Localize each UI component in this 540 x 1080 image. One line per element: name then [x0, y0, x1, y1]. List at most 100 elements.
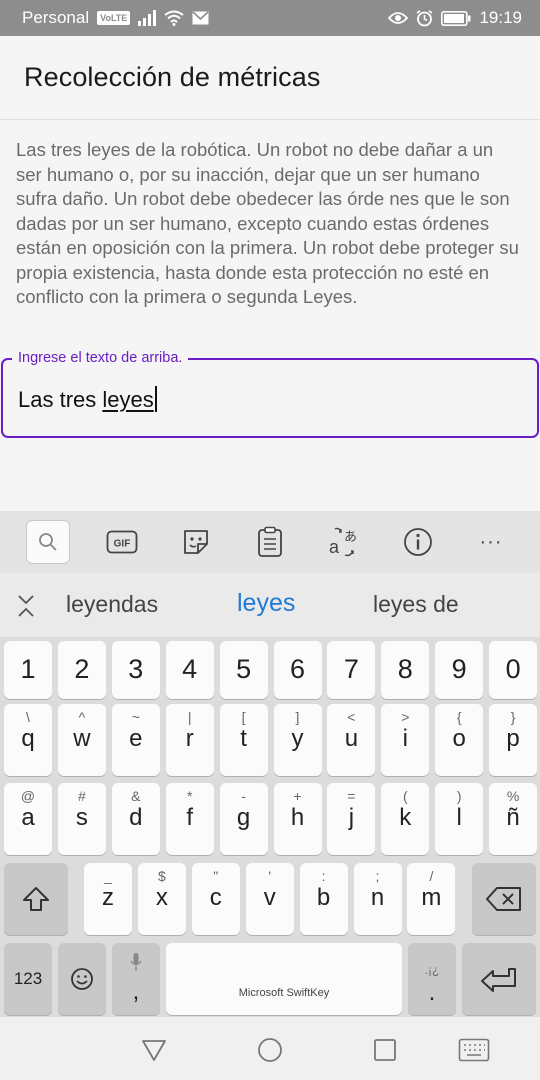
key-8[interactable]: 8: [381, 641, 430, 699]
search-icon[interactable]: [26, 520, 70, 564]
key-n[interactable]: ; n: [353, 863, 402, 935]
key-i[interactable]: > i: [381, 704, 430, 776]
text-input-label: Ingrese el texto de arriba.: [12, 350, 189, 366]
key-e[interactable]: ~ e: [111, 704, 160, 776]
key-l[interactable]: ) l: [435, 783, 484, 855]
key-9[interactable]: 9: [435, 641, 484, 699]
key-alt-label: :: [321, 868, 326, 884]
key-label: 7: [343, 654, 359, 684]
key-alt-label: _: [104, 868, 112, 884]
composing-word: leyes: [102, 387, 154, 412]
key-c[interactable]: " c: [191, 863, 240, 935]
key-label: f: [186, 804, 194, 831]
key-z[interactable]: _ z: [84, 863, 132, 935]
key-alt-label: ;: [375, 868, 380, 884]
key-w[interactable]: ^ w: [57, 704, 106, 776]
eye-icon: [388, 11, 409, 25]
space-key[interactable]: Microsoft SwiftKey: [166, 943, 402, 1015]
clipboard-icon[interactable]: [248, 520, 292, 564]
key-u[interactable]: < u: [327, 704, 376, 776]
comma-key-label: ,: [132, 978, 140, 1005]
key-7[interactable]: 7: [327, 641, 376, 699]
keyboard-hide-icon[interactable]: [457, 1035, 491, 1065]
key-alt-label: =: [347, 788, 356, 804]
key-label: a: [21, 804, 35, 831]
suggestion-right[interactable]: leyes de: [373, 591, 459, 618]
mail-icon: [192, 11, 209, 25]
text-input-value[interactable]: Las tres leyes: [18, 386, 157, 413]
emoji-key[interactable]: [58, 943, 106, 1015]
svg-text:あ: あ: [344, 529, 357, 544]
keyboard-keys: 1 2 3 4 5 6 7 8 9 0 \ q ^ w ~ e | r[t] y < u > i{o} p @ a # s & d * f - g…: [0, 637, 540, 1017]
key-label: 3: [128, 654, 144, 684]
key-t[interactable]: [t: [219, 704, 268, 776]
comma-key[interactable]: ,: [112, 943, 160, 1015]
key-x[interactable]: $ x: [137, 863, 186, 935]
key-6[interactable]: 6: [273, 641, 322, 699]
keyboard-toolbar: GIF aあ ···: [0, 511, 540, 573]
symbols-key[interactable]: 123: [4, 943, 52, 1015]
key-ñ[interactable]: % ñ: [489, 783, 538, 855]
back-icon[interactable]: [139, 1035, 169, 1065]
backspace-icon: [486, 887, 521, 911]
key-q[interactable]: \ q: [4, 704, 52, 776]
shift-key[interactable]: [4, 863, 68, 935]
key-d[interactable]: & d: [111, 783, 160, 855]
enter-key[interactable]: [462, 943, 536, 1015]
key-s[interactable]: # s: [57, 783, 106, 855]
key-r[interactable]: | r: [165, 704, 214, 776]
translate-icon[interactable]: aあ: [322, 520, 366, 564]
key-label: i: [402, 725, 408, 752]
key-p[interactable]: } p: [489, 704, 538, 776]
info-icon[interactable]: [396, 520, 440, 564]
key-g[interactable]: -g: [219, 783, 268, 855]
gif-label: GIF: [114, 539, 131, 550]
key-alt-label: /: [429, 868, 434, 884]
key-label: u: [344, 725, 359, 752]
key-label: 1: [20, 654, 36, 684]
key-f[interactable]: * f: [165, 783, 214, 855]
key-alt-label: ): [456, 788, 462, 804]
key-1[interactable]: 1: [4, 641, 52, 699]
key-alt-label: <: [347, 709, 356, 725]
key-label: t: [240, 725, 247, 752]
gif-icon[interactable]: GIF: [100, 520, 144, 564]
key-v[interactable]: ' v: [245, 863, 294, 935]
suggestion-center[interactable]: leyes: [237, 589, 295, 618]
key-a[interactable]: @ a: [4, 783, 52, 855]
key-4[interactable]: 4: [165, 641, 214, 699]
period-key[interactable]: .¡¿.: [408, 943, 456, 1015]
carrier-label: Personal: [22, 8, 90, 27]
volte-badge: VoLTE: [97, 11, 131, 25]
key-label: j: [348, 804, 355, 831]
home-icon[interactable]: [255, 1035, 285, 1065]
key-label: 0: [505, 654, 521, 684]
more-icon[interactable]: ···: [469, 520, 513, 564]
key-m[interactable]: / m: [407, 863, 456, 935]
enter-icon: [481, 968, 516, 992]
recents-icon[interactable]: [370, 1035, 400, 1065]
key-alt-label: ": [213, 868, 219, 884]
key-label: 4: [182, 654, 198, 684]
key-o[interactable]: {o: [435, 704, 484, 776]
collapse-icon[interactable]: [16, 593, 36, 624]
key-j[interactable]: = j: [327, 783, 376, 855]
key-label: l: [456, 804, 462, 831]
key-label: h: [290, 804, 305, 831]
backspace-key[interactable]: [472, 863, 536, 935]
key-2[interactable]: 2: [57, 641, 106, 699]
key-label: n: [370, 884, 385, 911]
key-h[interactable]: + h: [273, 783, 322, 855]
key-b[interactable]: :b: [299, 863, 348, 935]
key-5[interactable]: 5: [219, 641, 268, 699]
key-label: o: [452, 725, 466, 752]
key-label: x: [155, 884, 168, 911]
sticker-icon[interactable]: [174, 520, 218, 564]
suggestion-left[interactable]: leyendas: [66, 591, 158, 618]
key-label: r: [185, 725, 194, 752]
key-0[interactable]: 0: [489, 641, 538, 699]
key-label: z: [102, 884, 114, 911]
key-y[interactable]: ] y: [273, 704, 322, 776]
key-3[interactable]: 3: [111, 641, 160, 699]
key-k[interactable]: (k: [381, 783, 430, 855]
